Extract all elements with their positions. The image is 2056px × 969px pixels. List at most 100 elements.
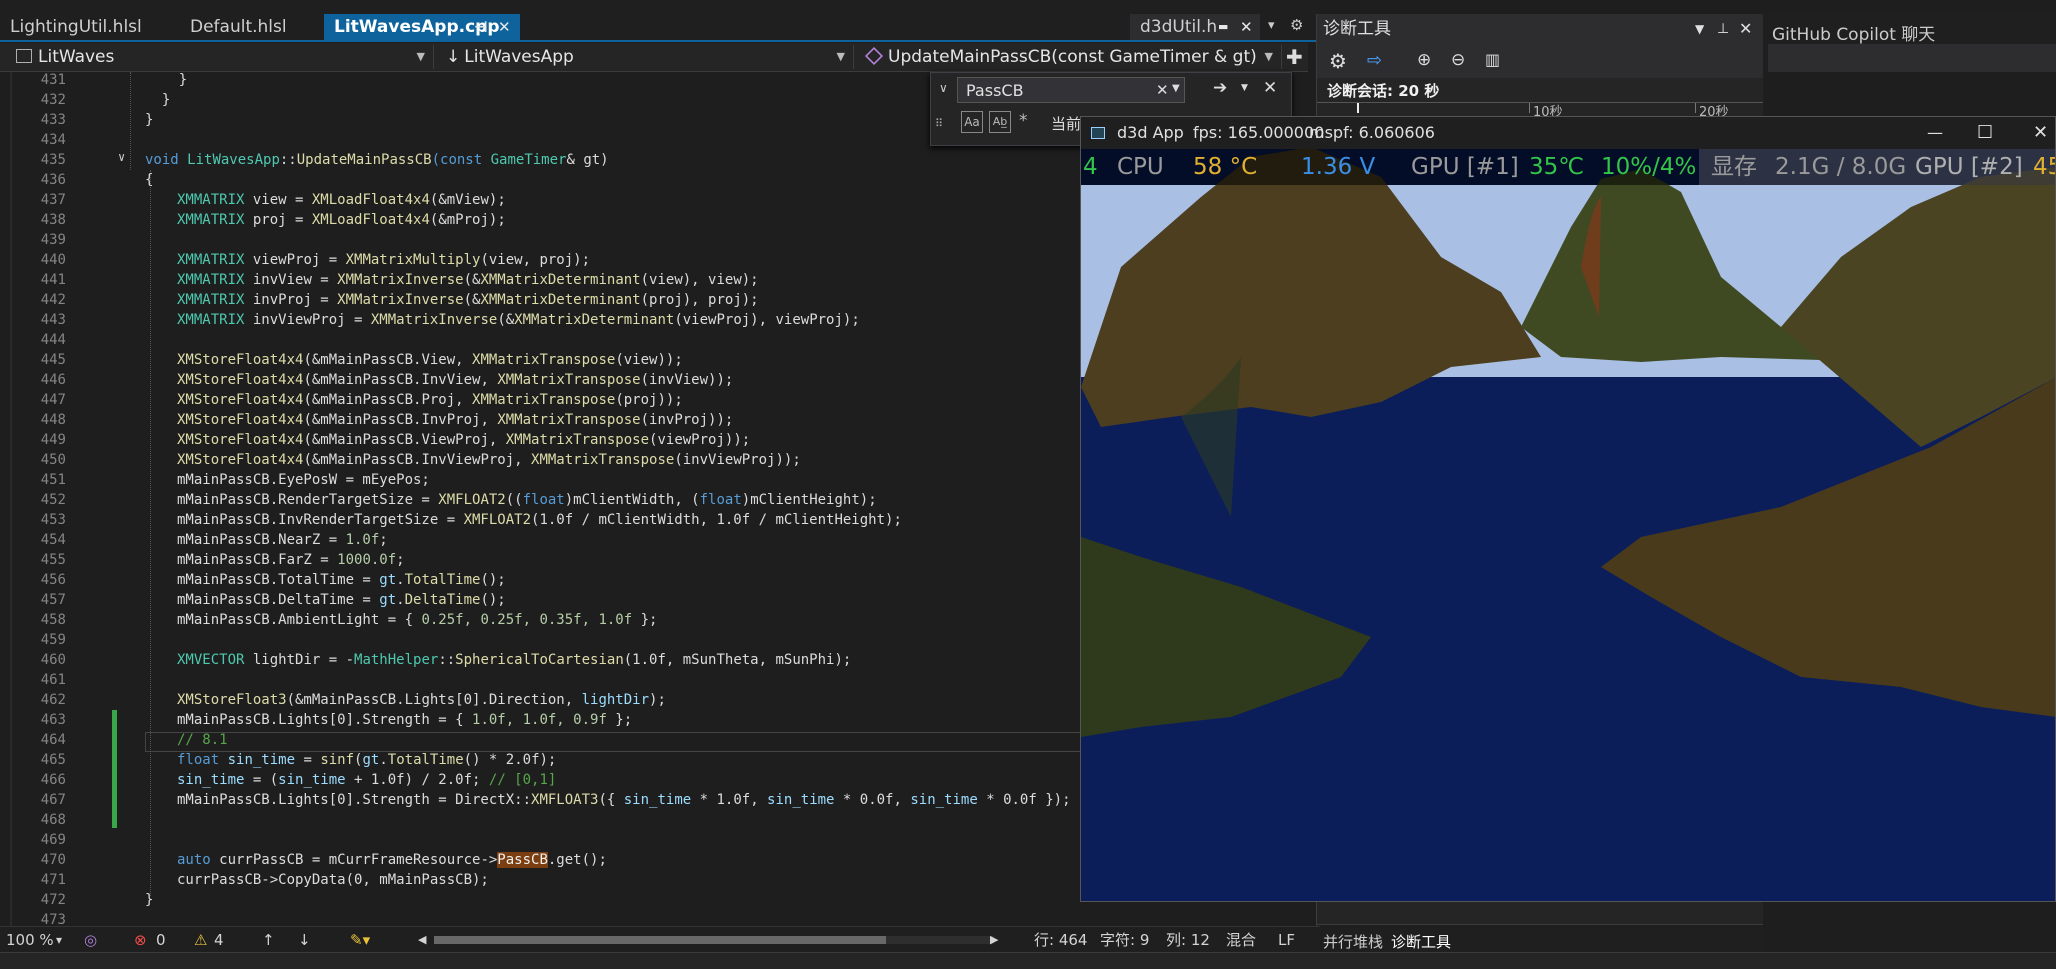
close-icon[interactable]: ✕ [1263,78,1277,98]
osd-cpu-voltage: 1.36 V [1301,154,1376,180]
find-next-icon[interactable]: ➔ [1213,78,1227,98]
member-dropdown[interactable]: UpdateMainPassCB(const GameTimer & gt) ▼ [854,45,1282,69]
osd-value: 4 [1083,154,1098,180]
reset-view-icon[interactable]: ▥ [1485,50,1500,69]
app-icon [1091,127,1105,139]
scroll-right-icon[interactable]: ▶ [990,931,998,949]
arrow-down-icon[interactable]: ↓ [298,931,311,949]
pin-icon[interactable]: ⊥ [1717,14,1729,44]
line-number: 444 [40,332,66,348]
line-number: 456 [40,572,66,588]
osd-cpu-temp: 58 °C [1193,154,1258,180]
warning-icon[interactable]: ⚠ [194,931,207,949]
line-number: 438 [40,212,66,228]
line-number: 463 [40,712,66,728]
tab-lightingutil-hlsl[interactable]: LightingUtil.hlsl [0,14,180,40]
code-line-452: mMainPassCB.RenderTargetSize = XMFLOAT2(… [177,492,877,508]
copilot-toolbar [1768,44,2056,72]
regex-toggle[interactable]: * [1019,111,1028,131]
class-dropdown[interactable]: ↓ LitWavesApp ▼ [434,45,854,69]
tab-label: d3dUtil.h [1140,17,1218,37]
resize-grip-icon[interactable]: ⠿ [935,117,943,130]
line-number: 435 [40,152,66,168]
d3d-app-window[interactable]: d3d App fps: 165.000000 mspf: 6.060606 —… [1080,116,2056,902]
navigation-bar: LitWaves ▼ ↓ LitWavesApp ▼ UpdateMainPassCB… [0,43,1308,72]
line-number: 453 [40,512,66,528]
zoom-in-icon[interactable]: ⊕ [1417,50,1431,70]
line-number: 446 [40,372,66,388]
project-dropdown[interactable]: LitWaves ▼ [4,45,434,69]
pin-icon[interactable]: ▬ [1218,14,1228,40]
history-chevron-icon[interactable]: ▼ [1172,83,1180,94]
zoom-level[interactable]: 100 % [6,931,54,949]
line-number: 447 [40,392,66,408]
close-icon[interactable]: ✕ [1739,14,1752,44]
line-number: 467 [40,792,66,808]
char-indicator[interactable]: 字符: 9 [1100,931,1149,949]
maximize-icon[interactable]: ☐ [1977,117,1993,149]
col-indicator[interactable]: 列: 12 [1166,931,1210,949]
find-input[interactable]: PassCB ✕ ▼ [957,77,1185,103]
code-line-472: } [145,892,154,908]
line-number: 443 [40,312,66,328]
osd-gpu2-temp: 45 [2033,154,2055,180]
match-case-toggle[interactable]: Aa [961,111,983,133]
method-icon [864,46,884,66]
line-number: 452 [40,492,66,508]
code-line-449: XMStoreFloat4x4(&mMainPassCB.ViewProj, X… [177,432,751,448]
clear-icon[interactable]: ✕ [1156,81,1169,99]
tab-d3dutil-h[interactable]: d3dUtil.h ▬ ✕ [1130,14,1260,40]
zoom-chevron-icon[interactable]: ▾ [56,931,62,949]
code-line-451: mMainPassCB.EyePosW = mEyePos; [177,472,430,488]
pin-icon[interactable]: ⊣ [474,14,488,40]
line-number: 451 [40,472,66,488]
warning-count[interactable]: 4 [214,931,224,949]
error-icon[interactable]: ⊗ [134,931,147,949]
chevron-down-icon[interactable]: ▼ [1241,83,1248,93]
tab-diagnostic-tools[interactable]: 诊断工具 [1391,931,1451,952]
line-number: 441 [40,272,66,288]
close-icon[interactable]: ✕ [2033,117,2048,149]
panel-title: 诊断工具 ▼ ⊥ ✕ [1317,14,1763,44]
line-number: 450 [40,452,66,468]
arrow-up-icon[interactable]: ↑ [262,931,275,949]
collapse-chevron-icon[interactable]: ∨ [118,150,125,164]
scrollbar-thumb[interactable] [434,936,886,944]
close-icon[interactable]: ✕ [1240,14,1253,40]
chevron-down-icon[interactable]: ∨ [939,81,948,95]
code-line-440: XMMATRIX viewProj = XMMatrixMultiply(vie… [177,252,591,268]
zoom-out-icon[interactable]: ⊖ [1451,50,1465,70]
code-line-431: } [145,72,188,88]
code-line-455: mMainPassCB.FarZ = 1000.0f; [177,552,405,568]
split-editor-icon[interactable]: ✚ [1286,45,1303,69]
code-cleanup-icon[interactable]: ✎▾ [350,931,370,949]
line-indicator[interactable]: 行: 464 [1034,931,1087,949]
line-number: 462 [40,692,66,708]
error-count[interactable]: 0 [156,931,166,949]
horizontal-scrollbar[interactable] [434,936,994,944]
whole-word-toggle[interactable]: Ab̲ [989,111,1011,133]
chevron-down-icon[interactable]: ▼ [1695,14,1704,44]
scroll-left-icon[interactable]: ◀ [418,931,426,949]
mspf-readout: mspf: 6.060606 [1309,123,1435,142]
settings-gear-icon[interactable]: ⚙ [1329,49,1347,73]
tab-parallel-stacks[interactable]: 并行堆栈 [1323,931,1383,952]
line-number: 445 [40,352,66,368]
scope-label[interactable]: 当前 [1051,113,1081,134]
copilot-icon[interactable]: ◎ [84,931,97,949]
line-number: 458 [40,612,66,628]
minimize-icon[interactable]: — [1927,117,1943,149]
tab-litwavesapp-cpp[interactable]: LitWavesApp.cpp ⊣ ✕ [324,14,520,40]
tab-default-hlsl[interactable]: Default.hlsl [180,14,328,40]
code-line-463: mMainPassCB.Lights[0].Strength = { 1.0f,… [177,712,633,728]
osd-gpu2-label: GPU [#2] [1915,154,2023,180]
line-ending[interactable]: LF [1278,931,1295,949]
indent-mode[interactable]: 混合 [1226,931,1256,949]
hardware-monitor-overlay: 4 CPU 58 °C 1.36 V GPU [#1] 35℃ 10%/4% 显… [1081,149,2055,185]
close-icon[interactable]: ✕ [498,14,511,40]
select-tools-icon[interactable]: ⇨ [1367,50,1382,71]
code-line-438: XMMATRIX proj = XMLoadFloat4x4(&mProj); [177,212,506,228]
tab-overflow-chevron-icon[interactable]: ▾ [1268,18,1275,33]
gear-icon[interactable]: ⚙ [1290,16,1303,34]
osd-cpu-label: CPU [1117,154,1164,180]
